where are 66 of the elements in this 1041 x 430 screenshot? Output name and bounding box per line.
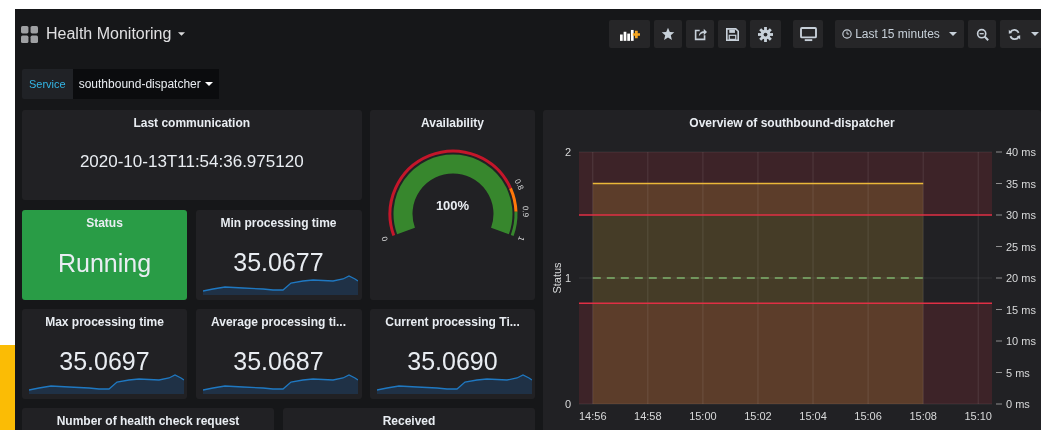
gauge-value: 100% [435, 198, 470, 213]
panel-title[interactable]: Max processing time [45, 315, 164, 329]
panel-title[interactable]: Received [382, 414, 436, 428]
axis-tick-label: 10 ms [1006, 335, 1036, 347]
axis-tick-label: 15:02 [744, 410, 772, 422]
caret-icon [204, 82, 213, 86]
axis-tick-label: 40 ms [1006, 146, 1036, 158]
axis-tick-label: 2 [564, 146, 571, 158]
axis-tick-label: 15:00 [689, 410, 717, 422]
gauge-tick-label: 0 [379, 235, 390, 243]
gauge-tick-label: 0.8 [512, 177, 525, 192]
axis-tick-label: 14:56 [579, 410, 607, 422]
axis-tick-label: 35 ms [1006, 177, 1036, 190]
star-button[interactable] [654, 20, 682, 48]
axis-tick-label: 5 ms [1006, 366, 1030, 379]
variable-dropdown[interactable]: southbound-dispatcher [72, 69, 219, 99]
clock-icon [842, 29, 853, 39]
share-icon [693, 27, 707, 41]
axis-tick-label: 15:10 [964, 410, 992, 422]
timestamp-value: 2020-10-13T11:54:36.975120 [79, 152, 304, 172]
axis-tick-label: 15:08 [909, 410, 937, 422]
dashboard-title[interactable]: Health Monitoring [46, 25, 186, 43]
bar-chart-plus-icon [619, 27, 640, 41]
stat-value: 35.0690 [407, 347, 498, 376]
axis-tick-label: 15:04 [799, 410, 827, 422]
search-icon [975, 27, 989, 41]
panel-title[interactable]: Number of health check request [56, 414, 240, 428]
panel-title[interactable]: Overview of southbound-dispatcher [689, 116, 895, 130]
panel-title[interactable]: Availability [421, 116, 484, 130]
axis-tick-label: 20 ms [1006, 272, 1036, 284]
axis-tick-label: 1 [564, 272, 571, 284]
stat-value: 35.0697 [59, 347, 150, 376]
panel-title[interactable]: Current processing Ti... [385, 315, 520, 329]
panel-title[interactable]: Average processing ti... [211, 315, 346, 329]
axis-tick-label: 15 ms [1006, 303, 1036, 316]
panel-title[interactable]: Last communication [133, 116, 251, 130]
settings-button[interactable] [750, 20, 781, 48]
axis-tick-label: 0 [564, 398, 571, 410]
axis-title: Status [551, 262, 563, 294]
star-icon [661, 27, 675, 41]
variable-label: Service [22, 69, 73, 99]
settings-icon [758, 26, 773, 42]
add-panel-button[interactable] [609, 20, 650, 48]
save-button[interactable] [718, 20, 746, 48]
axis-tick-label: 25 ms [1006, 240, 1036, 253]
panel-title[interactable]: Min processing time [220, 215, 337, 230]
gauge-tick-label: 1 [515, 235, 526, 243]
caret-icon [948, 32, 957, 36]
share-button[interactable] [686, 20, 714, 48]
dashboard-grid-icon [21, 25, 38, 43]
refresh-button[interactable] [1000, 20, 1041, 48]
stat-value: 35.0687 [233, 347, 324, 376]
stat-value: 35.0677 [233, 247, 324, 277]
axis-tick-label: 15:06 [854, 410, 882, 422]
status-value: Running [57, 248, 152, 278]
gauge-tick-label: 0.9 [520, 205, 530, 218]
caret-icon [1031, 32, 1039, 36]
refresh-icon [1008, 27, 1021, 41]
zoom-out-button[interactable] [968, 20, 996, 48]
tv-mode-button[interactable] [793, 20, 823, 48]
time-range-picker[interactable]: Last 15 minutes [835, 20, 964, 48]
axis-tick-label: 30 ms [1006, 209, 1036, 221]
axis-tick-label: 14:58 [634, 410, 662, 422]
monitor-icon [799, 26, 817, 42]
axis-tick-label: 0 ms [1006, 398, 1030, 410]
caret-icon [178, 32, 186, 36]
